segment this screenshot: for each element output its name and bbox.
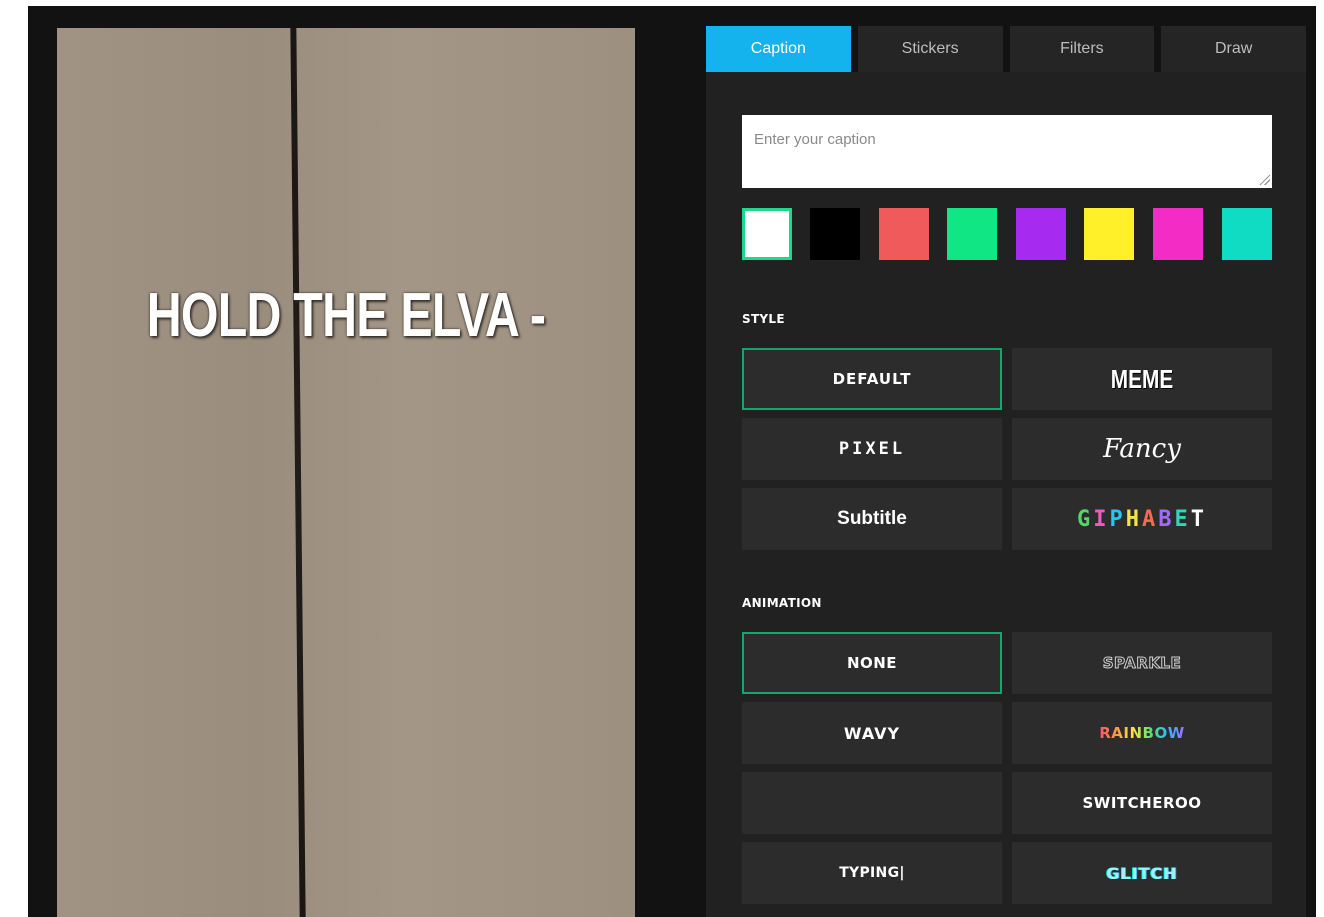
- style-giphabet-label: GIPHABET: [1077, 507, 1207, 532]
- animation-switcheroo-button[interactable]: SWITCHEROO: [1012, 772, 1272, 834]
- animation-none-button[interactable]: NONE: [742, 632, 1002, 694]
- style-giphabet-button[interactable]: GIPHABET: [1012, 488, 1272, 550]
- door-gap: [290, 28, 306, 917]
- style-pixel-label: PIXEL: [838, 439, 906, 459]
- giphabet-letter: E: [1174, 506, 1191, 532]
- giphabet-letter: B: [1158, 506, 1175, 532]
- style-subtitle-button[interactable]: Subtitle: [742, 488, 1002, 550]
- animation-sparkle-button[interactable]: SPARKLE: [1012, 632, 1272, 694]
- swatch-purple[interactable]: [1016, 208, 1066, 260]
- color-swatches: [742, 208, 1272, 260]
- style-pixel-button[interactable]: PIXEL: [742, 418, 1002, 480]
- resize-grip-icon[interactable]: [1258, 173, 1270, 185]
- animation-blank-button[interactable]: [742, 772, 1002, 834]
- animation-wavy-label: WAVY: [843, 723, 901, 743]
- animation-wavy-button[interactable]: WAVY: [742, 702, 1002, 764]
- animation-sparkle-label: SPARKLE: [1102, 654, 1182, 673]
- style-fancy-button[interactable]: Fancy: [1012, 418, 1272, 480]
- style-section-label: STYLE: [742, 312, 785, 326]
- caption-input[interactable]: [742, 115, 1272, 188]
- tab-filters[interactable]: Filters: [1009, 26, 1155, 72]
- style-meme-label: MEME: [1110, 363, 1174, 394]
- tab-caption[interactable]: Caption: [706, 26, 851, 72]
- animation-glitch-button[interactable]: GLITCH: [1012, 842, 1272, 904]
- swatch-pink[interactable]: [1153, 208, 1203, 260]
- giphabet-letter: I: [1093, 506, 1110, 532]
- swatch-red[interactable]: [879, 208, 929, 260]
- swatch-black[interactable]: [810, 208, 860, 260]
- style-default-label: DEFAULT: [832, 370, 912, 388]
- editor-tabs: Caption Stickers Filters Draw: [706, 26, 1306, 72]
- animation-rainbow-label: RAINBOW: [1099, 724, 1185, 742]
- giphabet-letter: T: [1190, 506, 1207, 532]
- style-default-button[interactable]: DEFAULT: [742, 348, 1002, 410]
- swatch-green[interactable]: [947, 208, 997, 260]
- animation-none-label: NONE: [846, 654, 898, 672]
- animation-section-label: ANIMATION: [742, 596, 822, 610]
- animation-typing-button[interactable]: TYPING|: [742, 842, 1002, 904]
- style-meme-button[interactable]: MEME: [1012, 348, 1272, 410]
- swatch-white[interactable]: [742, 208, 792, 260]
- swatch-teal[interactable]: [1222, 208, 1272, 260]
- caption-panel: STYLE DEFAULT MEME PIXEL Fancy Subtitle …: [706, 72, 1306, 917]
- style-fancy-label: Fancy: [1103, 434, 1181, 464]
- gif-preview: HOLD THE ELVA -: [57, 28, 635, 917]
- tab-draw[interactable]: Draw: [1161, 26, 1306, 72]
- giphabet-letter: H: [1125, 506, 1142, 532]
- giphabet-letter: G: [1077, 506, 1094, 532]
- app-frame: HOLD THE ELVA - Caption Stickers Filters…: [28, 6, 1316, 917]
- animation-glitch-label: GLITCH: [1106, 863, 1178, 883]
- giphabet-letter: A: [1142, 506, 1159, 532]
- preview-caption: HOLD THE ELVA -: [146, 281, 546, 350]
- tab-stickers[interactable]: Stickers: [857, 26, 1003, 72]
- animation-rainbow-button[interactable]: RAINBOW: [1012, 702, 1272, 764]
- animation-typing-label: TYPING|: [839, 865, 905, 881]
- swatch-yellow[interactable]: [1084, 208, 1134, 260]
- style-subtitle-label: Subtitle: [837, 508, 907, 529]
- giphabet-letter: P: [1109, 506, 1126, 532]
- animation-switcheroo-label: SWITCHEROO: [1082, 794, 1202, 812]
